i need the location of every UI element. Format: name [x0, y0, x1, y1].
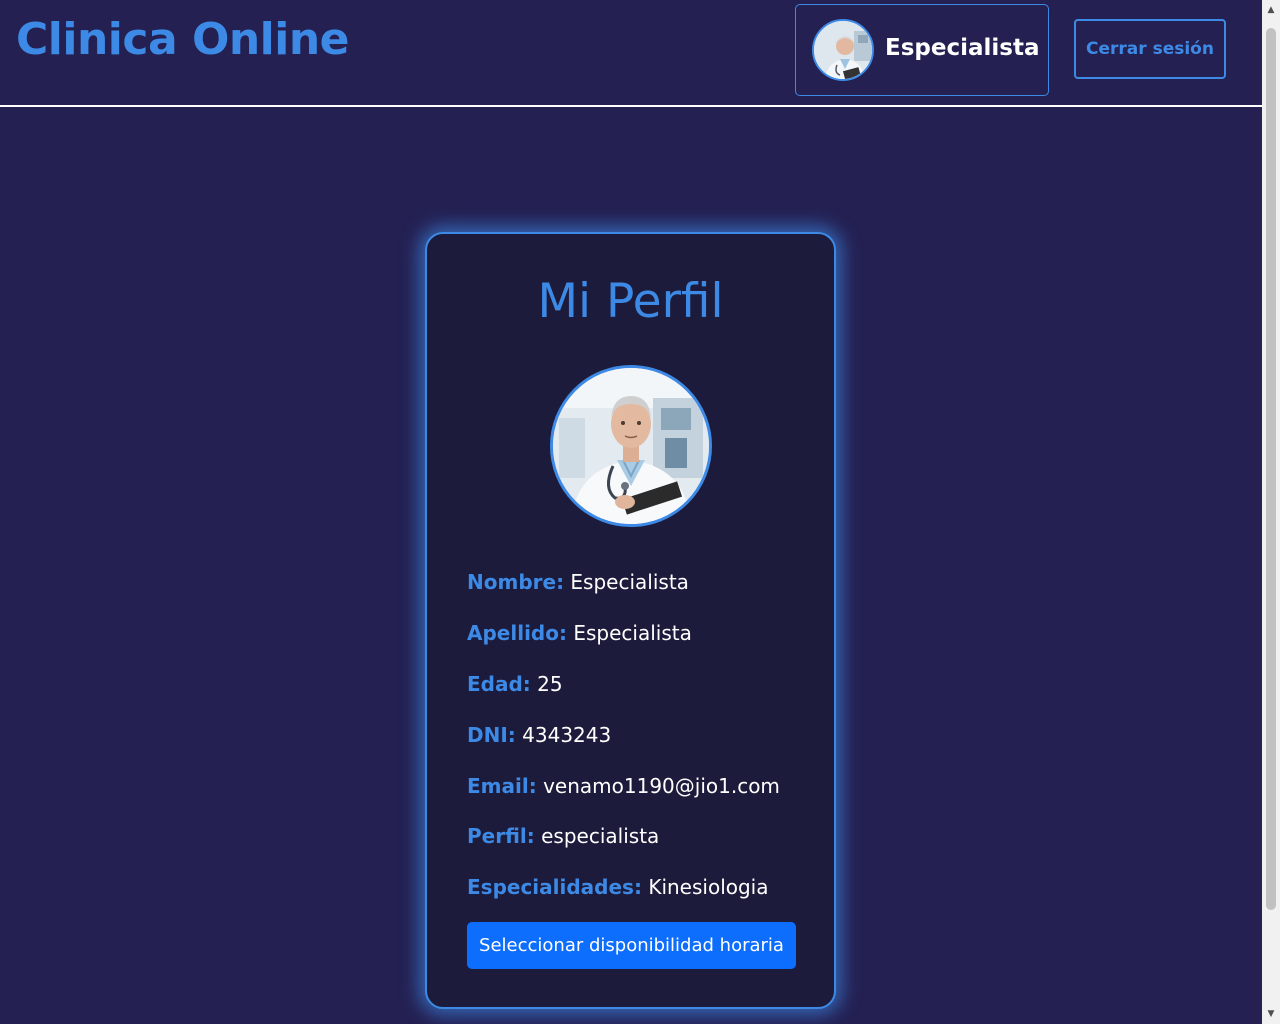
field-label: DNI: — [467, 723, 516, 747]
profile-field-dni: DNI: 4343243 — [467, 723, 611, 747]
scrollbar-thumb[interactable] — [1266, 28, 1276, 910]
profile-field-apellido: Apellido: Especialista — [467, 621, 692, 645]
profile-field-email: Email: venamo1190@jio1.com — [467, 774, 780, 798]
field-value: venamo1190@jio1.com — [543, 774, 780, 798]
profile-card: Mi Perfil Nombre: Especialista Apellido:… — [425, 232, 836, 1009]
field-label: Apellido: — [467, 621, 567, 645]
user-role-label: Especialista — [885, 35, 1040, 61]
triangle-down-icon[interactable]: ▼ — [1262, 1006, 1280, 1022]
user-avatar — [812, 19, 874, 81]
field-value: 25 — [537, 672, 563, 696]
profile-field-especialidades: Especialidades: Kinesiologia — [467, 875, 769, 899]
select-availability-button[interactable]: Seleccionar disponibilidad horaria — [467, 922, 796, 969]
field-label: Edad: — [467, 672, 531, 696]
field-label: Email: — [467, 774, 537, 798]
brand-title[interactable]: Clinica Online — [16, 18, 350, 62]
field-value: 4343243 — [522, 723, 612, 747]
field-value: especialista — [541, 824, 660, 848]
field-label: Nombre: — [467, 570, 565, 594]
field-value: Especialista — [570, 570, 689, 594]
profile-field-nombre: Nombre: Especialista — [467, 570, 689, 594]
field-label: Perfil: — [467, 824, 535, 848]
header: Clinica Online Especialista Cerrar sesió… — [0, 0, 1262, 107]
logout-button[interactable]: Cerrar sesión — [1074, 19, 1226, 79]
page: Clinica Online Especialista Cerrar sesió… — [0, 0, 1262, 1024]
profile-field-edad: Edad: 25 — [467, 672, 563, 696]
user-chip[interactable]: Especialista — [795, 4, 1049, 96]
vertical-scrollbar[interactable]: ▲ ▼ — [1262, 0, 1280, 1024]
profile-photo — [550, 365, 712, 527]
triangle-up-icon[interactable]: ▲ — [1262, 2, 1280, 18]
profile-field-perfil: Perfil: especialista — [467, 824, 659, 848]
profile-title: Mi Perfil — [537, 274, 724, 329]
field-value: Kinesiologia — [648, 875, 769, 899]
field-value: Especialista — [573, 621, 692, 645]
field-label: Especialidades: — [467, 875, 642, 899]
